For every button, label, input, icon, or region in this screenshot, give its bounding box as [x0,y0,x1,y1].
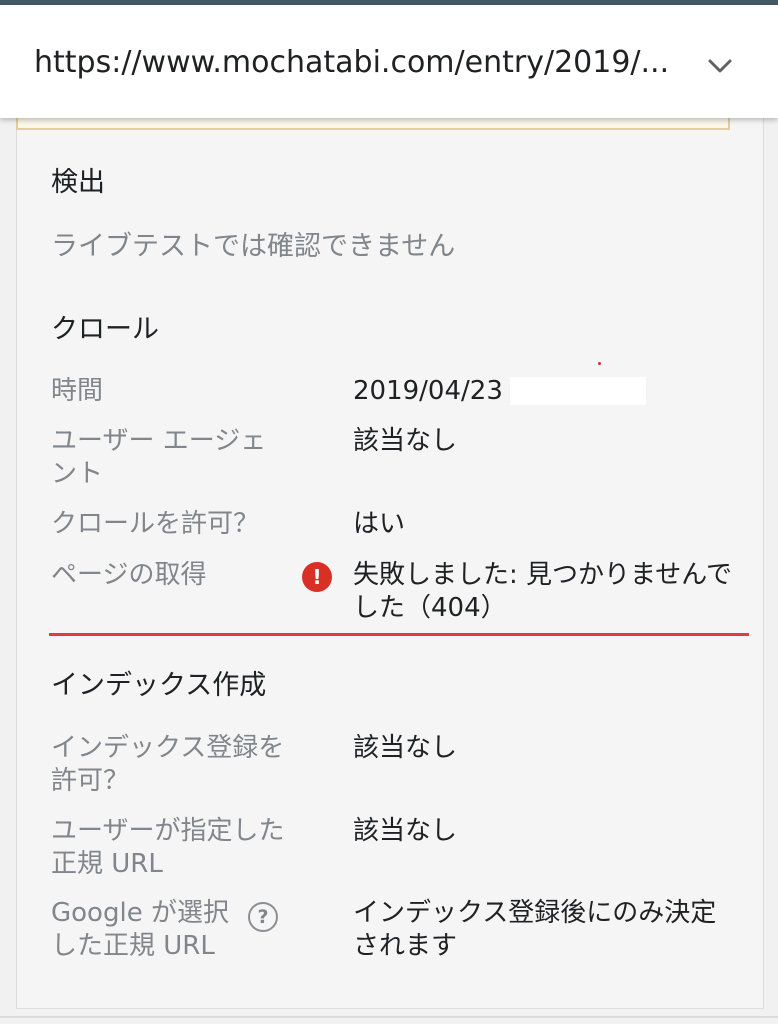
discovery-note: ライブテストでは確認できません [51,231,456,262]
google-canonical-value: インデックス登録後にのみ決定されます [353,898,717,961]
discovery-title: 検出 [51,167,105,198]
small-red-mark [598,362,601,365]
google-canonical-label: Google が選択した正規 URL [51,898,229,961]
user-agent-value: 該当なし [353,426,458,456]
index-allowed-value: 該当なし [353,733,458,763]
redacted-time-block [510,377,646,405]
user-canonical-value: 該当なし [353,816,458,846]
url-header[interactable]: https://www.mochatabi.com/entry/2019/... [0,5,778,118]
indexing-title: インデックス作成 [51,670,267,701]
user-canonical-label: ユーザーが指定した正規 URL [51,816,285,879]
user-agent-label: ユーザー エージェント [51,426,267,489]
error-divider [49,633,749,636]
crawl-title: クロール [51,314,159,345]
error-icon: ! [302,562,332,592]
inspected-url[interactable]: https://www.mochatabi.com/entry/2019/... [34,43,674,83]
crawl-time-label: 時間 [51,376,104,406]
chevron-down-icon[interactable] [704,50,736,82]
crawl-allowed-value: はい [353,509,406,539]
crawl-allowed-label: クロールを許可？ [51,509,260,539]
page-fetch-value: 失敗しました: 見つかりませんでした（404） [353,560,732,623]
page-fetch-label: ページの取得 [51,560,207,590]
help-icon[interactable]: ? [248,902,278,932]
index-allowed-label: インデックス登録を許可？ [51,733,285,796]
bottom-divider [0,1016,778,1018]
